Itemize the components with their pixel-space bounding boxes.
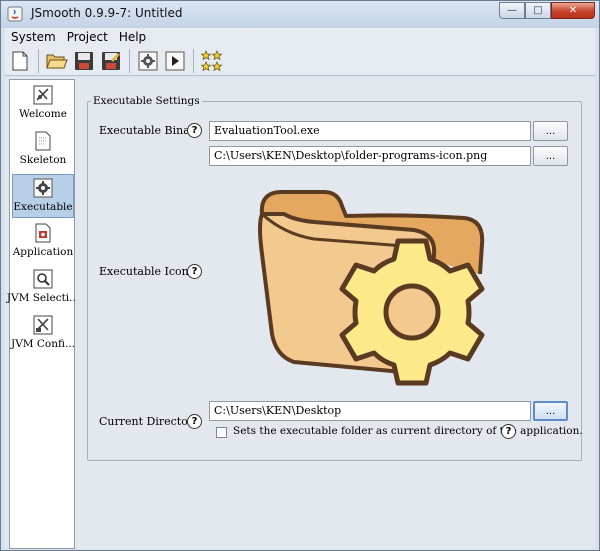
- menu-bar: System Project Help: [5, 28, 595, 46]
- open-folder-icon: [46, 54, 68, 68]
- open-button[interactable]: [45, 49, 69, 73]
- executable-icon-label: Executable Icon: [99, 265, 189, 278]
- sidebar: Welcome Skeleton Executable Application …: [7, 79, 79, 549]
- executable-binary-label: Executable Binary: [99, 124, 202, 137]
- sidebar-item-label: Skeleton: [19, 154, 67, 166]
- app-window: JSmooth 0.9.9-7: Untitled — □ ✕ System P…: [0, 0, 600, 551]
- jvm-selection-icon: [33, 269, 53, 289]
- title-bar[interactable]: JSmooth 0.9.9-7: Untitled — □ ✕: [1, 1, 599, 28]
- minimize-button[interactable]: —: [499, 2, 525, 19]
- sidebar-item-jvm-selection[interactable]: JVM Selecti...: [7, 266, 79, 310]
- save-as-button[interactable]: [99, 49, 123, 73]
- save-as-icon: [102, 51, 120, 70]
- browse-directory-button[interactable]: ...: [533, 401, 568, 421]
- browse-binary-button[interactable]: ...: [533, 121, 568, 141]
- sidebar-item-label: JVM Selecti...: [6, 292, 80, 304]
- new-file-icon: [12, 51, 28, 70]
- help-icon[interactable]: ?: [187, 414, 202, 429]
- executable-folder-checkbox[interactable]: [216, 427, 227, 438]
- group-legend: Executable Settings: [91, 95, 202, 107]
- executable-settings-panel: Executable Settings Executable Binary ? …: [77, 79, 595, 549]
- stars-icon: [201, 49, 223, 71]
- browse-icon-button[interactable]: ...: [533, 146, 568, 166]
- menu-system[interactable]: System: [5, 30, 61, 44]
- about-button[interactable]: [200, 49, 224, 73]
- jvm-config-icon: [33, 315, 53, 335]
- sidebar-item-skeleton[interactable]: Skeleton: [12, 128, 74, 172]
- window-title: JSmooth 0.9.9-7: Untitled: [31, 6, 183, 20]
- welcome-icon: [33, 85, 53, 105]
- save-button[interactable]: [72, 49, 96, 73]
- sidebar-item-label: JVM Confi...: [11, 338, 76, 350]
- menu-help[interactable]: Help: [113, 30, 151, 44]
- current-directory-field[interactable]: C:\Users\KEN\Desktop: [209, 401, 531, 421]
- sidebar-item-label: Welcome: [19, 108, 67, 120]
- executable-gear-icon: [33, 178, 53, 198]
- help-icon[interactable]: ?: [187, 264, 202, 279]
- help-icon[interactable]: ?: [187, 123, 202, 138]
- executable-binary-field[interactable]: EvaluationTool.exe: [209, 121, 531, 141]
- run-button[interactable]: [163, 49, 187, 73]
- folder-gear-icon: [258, 190, 485, 386]
- help-icon[interactable]: ?: [501, 424, 516, 439]
- toolbar: [5, 46, 595, 76]
- sidebar-item-label: Executable: [13, 201, 73, 213]
- current-directory-label: Current Directory: [99, 415, 200, 428]
- executable-icon-path-field[interactable]: C:\Users\KEN\Desktop\folder-programs-ico…: [209, 146, 531, 166]
- checkbox-label: Sets the executable folder as current di…: [233, 425, 583, 437]
- sidebar-item-label: Application: [12, 246, 74, 258]
- toolbar-separator: [193, 48, 194, 73]
- menu-project[interactable]: Project: [61, 30, 113, 44]
- compile-gear-icon: [138, 51, 158, 70]
- sidebar-item-jvm-config[interactable]: JVM Confi...: [11, 312, 76, 356]
- close-button[interactable]: ✕: [551, 2, 595, 19]
- run-icon: [165, 51, 185, 70]
- toolbar-separator: [129, 48, 130, 73]
- sidebar-item-welcome[interactable]: Welcome: [12, 82, 74, 126]
- application-icon: [35, 223, 51, 243]
- compile-button[interactable]: [136, 49, 160, 73]
- sidebar-item-executable[interactable]: Executable: [12, 174, 74, 218]
- java-app-icon: [7, 6, 23, 22]
- skeleton-icon: [35, 131, 51, 151]
- content-area: Welcome Skeleton Executable Application …: [5, 77, 595, 549]
- save-icon: [75, 51, 93, 70]
- sidebar-item-application[interactable]: Application: [12, 220, 74, 264]
- toolbar-separator: [38, 48, 39, 73]
- maximize-button[interactable]: □: [525, 2, 551, 19]
- new-file-button[interactable]: [8, 49, 32, 73]
- window-controls: — □ ✕: [499, 2, 595, 19]
